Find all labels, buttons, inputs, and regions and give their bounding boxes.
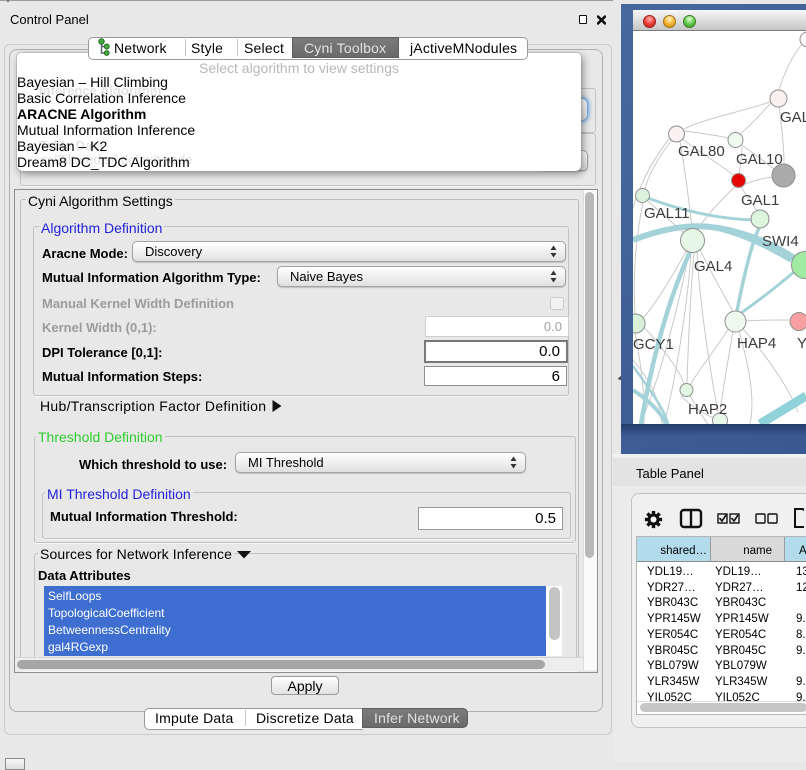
svg-text:SWI4: SWI4 — [762, 233, 799, 250]
svg-text:GAL4: GAL4 — [694, 258, 732, 275]
svg-text:GAL80: GAL80 — [678, 143, 725, 160]
svg-text:GAL11: GAL11 — [644, 205, 690, 222]
svg-text:HAP4: HAP4 — [737, 335, 776, 352]
svg-text:HAP2: HAP2 — [688, 401, 727, 418]
svg-text:GAL: GAL — [780, 109, 806, 126]
svg-text:GAL1: GAL1 — [741, 192, 779, 209]
svg-text:GCY1: GCY1 — [633, 336, 674, 353]
svg-text:GAL10: GAL10 — [736, 151, 783, 168]
svg-text:Y: Y — [797, 335, 806, 352]
